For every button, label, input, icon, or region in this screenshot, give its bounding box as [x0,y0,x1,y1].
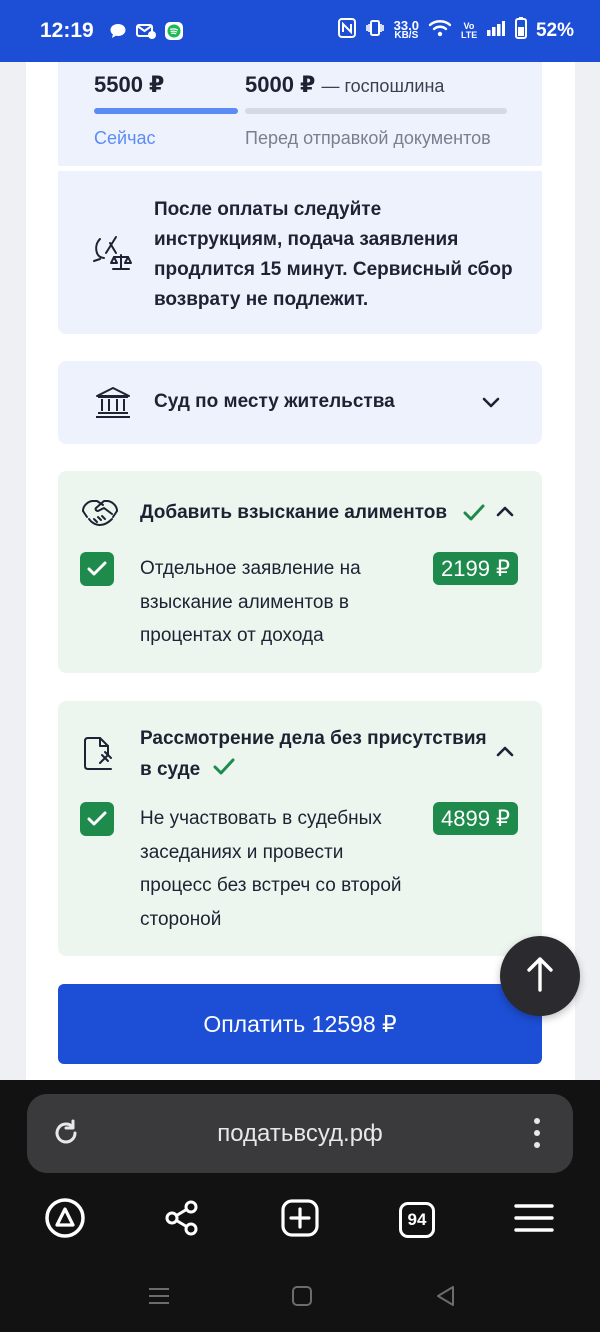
url-text[interactable]: податьвсуд.рф [27,1120,573,1148]
status-time: 12:19 [40,19,94,42]
spotify-icon [164,21,184,41]
price-now-bar [94,108,238,114]
price-now-label: Сейчас [94,128,156,148]
browser-nav-row: 94 [0,1196,600,1244]
checkmark-icon [462,503,486,528]
scales-icon [92,233,134,278]
checkmark-icon [212,756,236,787]
option-alimony: Добавить взыскание алиментов Отдельное з… [58,471,542,673]
nfc-icon [337,18,356,44]
tabs-button[interactable]: 94 [393,1196,441,1244]
address-bar[interactable]: податьвсуд.рф [27,1094,573,1173]
payment-info-text: После оплаты следуйте инструкциям, подач… [154,199,513,310]
handshake-icon [80,495,120,536]
share-icon [163,1199,201,1242]
signal-icon [486,20,506,42]
price-now: 5500 ₽ Сейчас [94,72,238,149]
price-later-amount: 5000 ₽ [245,72,316,97]
chevron-up-icon[interactable] [494,741,516,768]
price-later-suffix: — госпошлина [321,76,445,96]
document-gavel-icon [80,735,120,778]
chat-bubble-icon [108,21,128,41]
recent-apps-icon[interactable] [147,1284,171,1313]
option-remote-hearing-price: 4899 ₽ [433,802,519,835]
volte-label: Vo LTE [460,21,478,40]
system-nav-bar [0,1280,600,1312]
back-icon[interactable] [434,1284,458,1313]
battery-percent: 52% [535,20,574,41]
new-tab-button[interactable] [276,1196,324,1244]
price-later-label: Перед отправкой документов [245,128,491,148]
wifi-icon [428,19,452,43]
option-remote-hearing-checkbox[interactable] [80,802,114,836]
status-bar: 12:19 33.0 KB/S Vo LTE 52% [0,0,600,62]
price-later-bar [245,108,507,114]
new-tab-icon [280,1198,320,1243]
court-label: Суд по месту жительства [154,391,395,412]
battery-icon [514,17,527,45]
option-alimony-description: Отдельное заявление на взыскание алимент… [140,558,361,646]
alice-button[interactable] [41,1196,89,1244]
price-summary: 5500 ₽ Сейчас 5000 ₽ — госпошлина Перед … [58,62,542,166]
option-remote-hearing-title: Рассмотрение дела без присутствия в суде [140,723,500,787]
scroll-to-top-button[interactable] [500,936,580,1016]
price-now-amount: 5500 ₽ [94,72,165,97]
payment-info-panel: После оплаты следуйте инструкциям, подач… [58,171,542,334]
tabs-icon: 94 [399,1202,435,1238]
option-alimony-title: Добавить взыскание алиментов [140,502,448,523]
court-selector[interactable]: Суд по месту жительства [58,361,542,444]
chevron-up-icon[interactable] [494,501,516,528]
vibrate-icon [365,18,385,44]
courthouse-icon [94,385,132,424]
share-button[interactable] [158,1196,206,1244]
option-remote-hearing: Рассмотрение дела без присутствия в суде… [58,701,542,956]
option-remote-hearing-description: Не участвовать в судебных заседаниях и п… [140,808,402,930]
pay-button[interactable]: Оплатить 12598 ₽ [58,984,542,1064]
arrow-up-icon [525,955,555,998]
home-icon[interactable] [290,1284,314,1313]
price-later: 5000 ₽ — госпошлина Перед отправкой доку… [245,72,507,149]
option-alimony-checkbox[interactable] [80,552,114,586]
mail-icon [135,21,156,41]
more-vertical-icon[interactable] [525,1116,549,1155]
network-speed: 33.0 KB/S [393,18,419,41]
menu-icon [514,1202,554,1239]
browser-toolbar: податьвсуд.рф 94 [0,1080,600,1332]
menu-button[interactable] [510,1196,558,1244]
alice-icon [43,1196,87,1245]
chevron-down-icon[interactable] [480,391,502,418]
option-alimony-price: 2199 ₽ [433,552,519,585]
